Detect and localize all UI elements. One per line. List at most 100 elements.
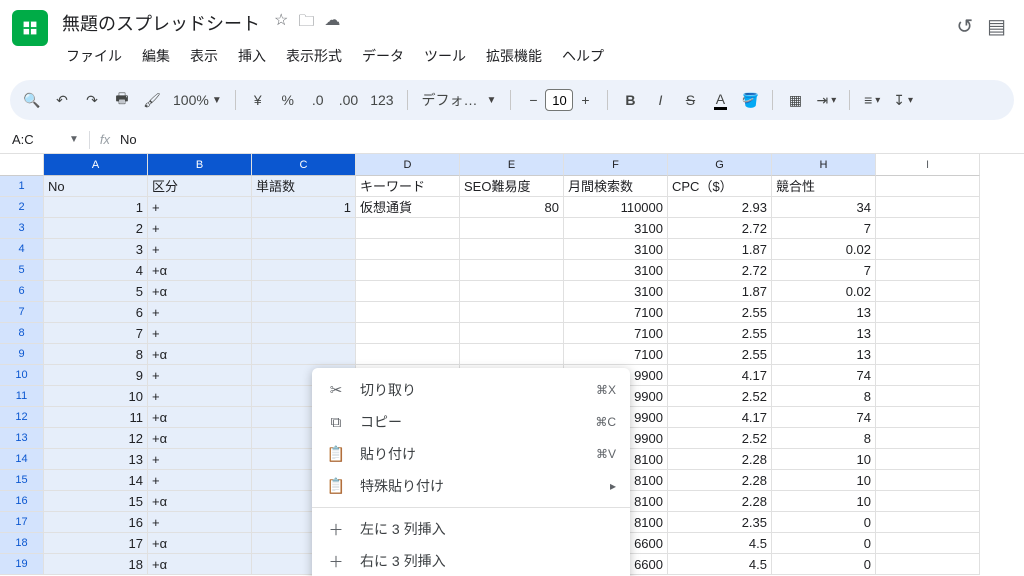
- cell-I14[interactable]: [876, 449, 980, 470]
- menu-データ[interactable]: データ: [354, 42, 412, 70]
- menu-表示形式[interactable]: 表示形式: [278, 42, 350, 70]
- name-box[interactable]: A:C: [6, 130, 66, 149]
- row-header-10[interactable]: 10: [0, 365, 44, 386]
- cloud-saved-icon[interactable]: ☁: [324, 10, 340, 37]
- menu-ツール[interactable]: ツール: [416, 42, 474, 70]
- fill-color-button[interactable]: 🪣: [738, 87, 762, 113]
- cell-C6[interactable]: [252, 281, 356, 302]
- cell-H1[interactable]: 競合性: [772, 176, 876, 197]
- menu-表示[interactable]: 表示: [182, 42, 226, 70]
- history-icon[interactable]: ↺: [956, 14, 973, 39]
- cell-B14[interactable]: +: [148, 449, 252, 470]
- borders-button[interactable]: ▦: [783, 87, 807, 113]
- cell-C7[interactable]: [252, 302, 356, 323]
- cell-G9[interactable]: 2.55: [668, 344, 772, 365]
- cell-I7[interactable]: [876, 302, 980, 323]
- cell-G10[interactable]: 4.17: [668, 365, 772, 386]
- cell-B17[interactable]: +: [148, 512, 252, 533]
- cell-D4[interactable]: [356, 239, 460, 260]
- cell-I4[interactable]: [876, 239, 980, 260]
- cell-H15[interactable]: 10: [772, 470, 876, 491]
- cell-I3[interactable]: [876, 218, 980, 239]
- cell-I12[interactable]: [876, 407, 980, 428]
- menu-編集[interactable]: 編集: [134, 42, 178, 70]
- cell-B16[interactable]: +α: [148, 491, 252, 512]
- cell-B7[interactable]: +: [148, 302, 252, 323]
- cell-I5[interactable]: [876, 260, 980, 281]
- cell-C5[interactable]: [252, 260, 356, 281]
- row-header-17[interactable]: 17: [0, 512, 44, 533]
- doc-title[interactable]: 無題のスプレッドシート: [58, 8, 264, 38]
- cell-I6[interactable]: [876, 281, 980, 302]
- cell-E2[interactable]: 80: [460, 197, 564, 218]
- cell-I18[interactable]: [876, 533, 980, 554]
- vertical-align-button[interactable]: ↧▾: [890, 87, 916, 113]
- cell-H10[interactable]: 74: [772, 365, 876, 386]
- cell-A9[interactable]: 8: [44, 344, 148, 365]
- cell-F5[interactable]: 3100: [564, 260, 668, 281]
- cell-A3[interactable]: 2: [44, 218, 148, 239]
- column-header-I[interactable]: I: [876, 154, 980, 176]
- cell-G4[interactable]: 1.87: [668, 239, 772, 260]
- search-icon[interactable]: 🔍: [20, 87, 44, 113]
- font-family-dropdown[interactable]: デフォ…▼: [418, 87, 501, 113]
- cell-G8[interactable]: 2.55: [668, 323, 772, 344]
- row-header-2[interactable]: 2: [0, 197, 44, 218]
- cell-A2[interactable]: 1: [44, 197, 148, 218]
- cell-H2[interactable]: 34: [772, 197, 876, 218]
- cell-H19[interactable]: 0: [772, 554, 876, 575]
- cell-A4[interactable]: 3: [44, 239, 148, 260]
- row-header-1[interactable]: 1: [0, 176, 44, 197]
- move-folder-icon[interactable]: 🗀: [298, 10, 314, 37]
- cell-F4[interactable]: 3100: [564, 239, 668, 260]
- cell-I15[interactable]: [876, 470, 980, 491]
- number-format-dropdown[interactable]: 123: [367, 87, 396, 113]
- menu-ヘルプ[interactable]: ヘルプ: [554, 42, 612, 70]
- menu-拡張機能[interactable]: 拡張機能: [478, 42, 550, 70]
- context-menu-item[interactable]: ⧉コピー⌘C: [312, 406, 630, 438]
- cell-D1[interactable]: キーワード: [356, 176, 460, 197]
- text-color-button[interactable]: A: [708, 87, 732, 113]
- merge-cells-button[interactable]: ⇥▾: [813, 87, 839, 113]
- cell-A10[interactable]: 9: [44, 365, 148, 386]
- cell-A15[interactable]: 14: [44, 470, 148, 491]
- cell-I2[interactable]: [876, 197, 980, 218]
- cell-G2[interactable]: 2.93: [668, 197, 772, 218]
- row-header-15[interactable]: 15: [0, 470, 44, 491]
- cell-B2[interactable]: +: [148, 197, 252, 218]
- row-header-12[interactable]: 12: [0, 407, 44, 428]
- cell-F2[interactable]: 110000: [564, 197, 668, 218]
- print-button[interactable]: 🖶: [110, 87, 134, 113]
- row-header-5[interactable]: 5: [0, 260, 44, 281]
- cell-E6[interactable]: [460, 281, 564, 302]
- cell-A13[interactable]: 12: [44, 428, 148, 449]
- cell-I17[interactable]: [876, 512, 980, 533]
- cell-B18[interactable]: +α: [148, 533, 252, 554]
- cell-G14[interactable]: 2.28: [668, 449, 772, 470]
- increase-decimal-button[interactable]: .00: [336, 87, 361, 113]
- cell-E3[interactable]: [460, 218, 564, 239]
- comment-icon[interactable]: ▤: [987, 14, 1006, 39]
- context-menu-item[interactable]: ＋左に 3 列挿入: [312, 513, 630, 545]
- row-header-9[interactable]: 9: [0, 344, 44, 365]
- cell-G19[interactable]: 4.5: [668, 554, 772, 575]
- italic-button[interactable]: I: [648, 87, 672, 113]
- menu-ファイル[interactable]: ファイル: [58, 42, 130, 70]
- cell-A19[interactable]: 18: [44, 554, 148, 575]
- cell-A11[interactable]: 10: [44, 386, 148, 407]
- cell-H9[interactable]: 13: [772, 344, 876, 365]
- cell-G6[interactable]: 1.87: [668, 281, 772, 302]
- cell-E4[interactable]: [460, 239, 564, 260]
- cell-E8[interactable]: [460, 323, 564, 344]
- cell-A14[interactable]: 13: [44, 449, 148, 470]
- cell-A16[interactable]: 15: [44, 491, 148, 512]
- cell-E1[interactable]: SEO難易度: [460, 176, 564, 197]
- font-size-input[interactable]: [545, 89, 573, 111]
- percent-button[interactable]: %: [276, 87, 300, 113]
- cell-A1[interactable]: No: [44, 176, 148, 197]
- cell-B13[interactable]: +α: [148, 428, 252, 449]
- row-header-14[interactable]: 14: [0, 449, 44, 470]
- strikethrough-button[interactable]: S: [678, 87, 702, 113]
- cell-I8[interactable]: [876, 323, 980, 344]
- cell-G3[interactable]: 2.72: [668, 218, 772, 239]
